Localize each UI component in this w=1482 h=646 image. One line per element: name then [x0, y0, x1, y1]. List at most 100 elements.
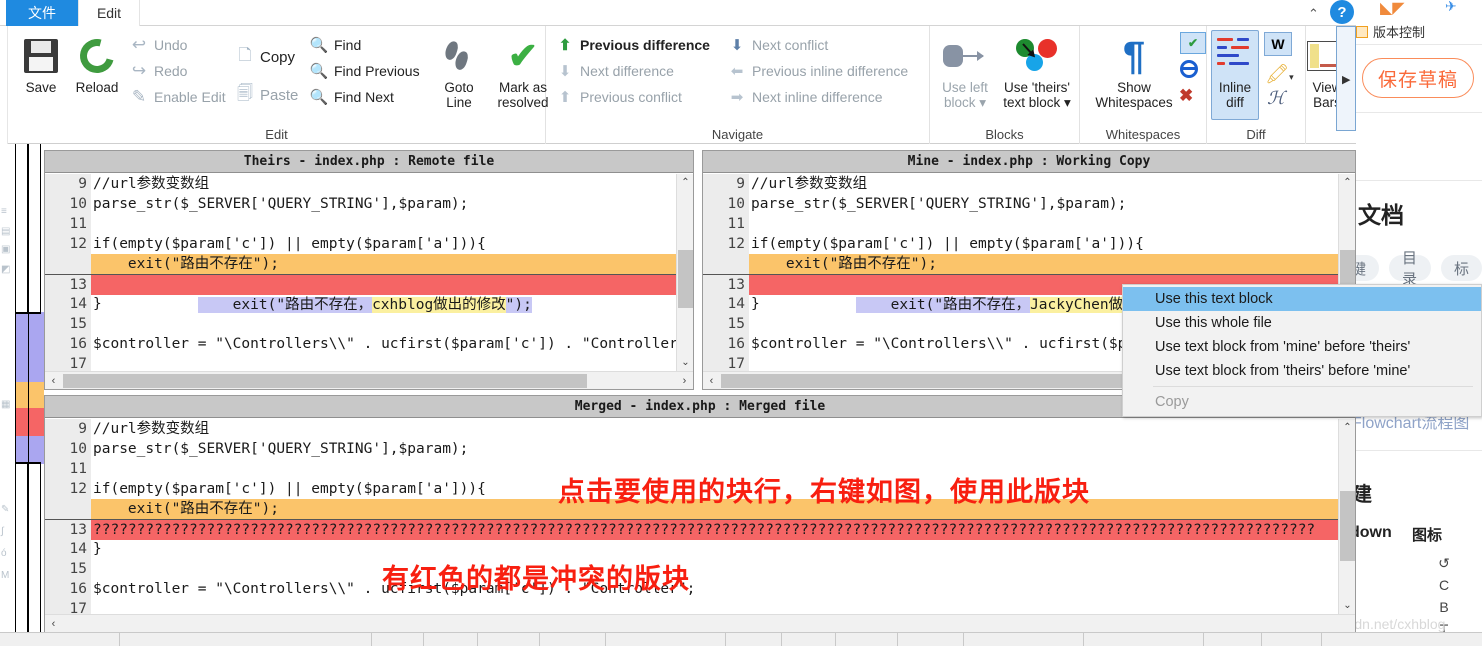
enable-edit-button[interactable]: ✎ Enable Edit — [130, 87, 226, 106]
chip-catalog[interactable]: 目录 — [1389, 250, 1431, 288]
code-area-merged[interactable]: 9//url参数变数组 10 parse_str($_SERVER['QUERY_… — [45, 419, 1355, 632]
magnifier-icon: 🔍 — [309, 37, 329, 54]
scroll-right-icon[interactable]: › — [676, 372, 693, 389]
redo-button[interactable]: ↪ Redo — [130, 61, 188, 80]
chevron-down-icon[interactable]: ▾ — [1064, 95, 1071, 110]
find-previous-button[interactable]: 🔍 Find Previous — [310, 62, 420, 80]
next-difference-button[interactable]: ⬇ Next difference — [556, 62, 674, 80]
vertical-scrollbar-theirs[interactable]: ⌃ ⌄ — [676, 174, 693, 371]
mark-as-resolved-button[interactable]: ✔ Mark as resolved — [492, 32, 554, 111]
save-button[interactable]: Save — [10, 32, 72, 95]
footsteps-icon — [428, 32, 490, 80]
redo-glyph-icon[interactable]: C — [1434, 574, 1454, 596]
tab-edit[interactable]: Edit — [78, 0, 140, 26]
paste-button[interactable]: 🗐 Paste — [236, 85, 298, 104]
horizontal-scrollbar-merged[interactable]: ‹ — [45, 614, 1355, 632]
find-button[interactable]: 🔍 Find — [309, 36, 362, 54]
scrollbar-thumb[interactable] — [1340, 491, 1355, 561]
arrow-up-icon: ⬆ — [558, 88, 572, 106]
code-line: 11 — [703, 214, 1355, 234]
undo-button[interactable]: ↩ Undo — [130, 35, 188, 54]
scroll-left-icon[interactable]: ‹ — [45, 372, 62, 389]
whitespace-mini-icon-checked[interactable]: ✔ — [1180, 32, 1206, 54]
tab-file[interactable]: 文件 — [6, 0, 78, 26]
overview-bars[interactable]: ≡ ▤ ▣ ◩ ▦ ✎ ∫ ó M — [0, 144, 44, 646]
undo-glyph-icon[interactable]: ↺ — [1434, 552, 1454, 574]
scroll-down-icon[interactable]: ⌄ — [677, 354, 694, 371]
status-cell — [540, 633, 606, 646]
status-cell — [836, 633, 898, 646]
code-line-conflict: ! 13 ???????????????????????????????????… — [45, 519, 1355, 540]
chevron-right-icon[interactable]: ▶ — [1342, 73, 1350, 86]
chevron-down-icon[interactable]: ▾ — [1289, 72, 1294, 82]
vertical-scrollbar-merged[interactable]: ⌃ ⌄ — [1338, 419, 1355, 614]
previous-conflict-button[interactable]: ⬆ Previous conflict — [556, 88, 682, 106]
scroll-left-icon[interactable]: ‹ — [703, 372, 720, 389]
context-menu-item-use-theirs-before-mine[interactable]: Use text block from 'theirs' before 'min… — [1123, 359, 1481, 383]
goto-line-button[interactable]: Goto Line — [428, 32, 490, 110]
horizontal-scrollbar-theirs[interactable]: ‹ › — [45, 371, 693, 389]
use-theirs-text-block-button[interactable]: Use 'theirs' text block ▾ — [996, 32, 1078, 110]
help-icon[interactable]: ? — [1330, 0, 1354, 24]
chip-tag[interactable]: 标 — [1440, 255, 1482, 281]
scroll-down-icon[interactable]: ⌄ — [1339, 597, 1356, 614]
chevron-up-icon[interactable]: ⌃ — [1308, 6, 1319, 22]
status-cell — [726, 633, 782, 646]
scroll-up-icon[interactable]: ⌃ — [1339, 174, 1356, 191]
divider — [1352, 450, 1482, 451]
ribbon-overflow-flyout[interactable]: ▶ — [1336, 26, 1356, 131]
code-line: 15 — [45, 314, 693, 334]
pane-title-mine: Mine - index.php : Working Copy — [703, 151, 1355, 173]
next-inline-difference-button[interactable]: ➡ Next inline difference — [728, 88, 883, 106]
status-cell — [964, 633, 1084, 646]
ribbon-group-label-diff: Diff — [1246, 127, 1266, 142]
background-chip-row: 键 目录 标 — [1338, 250, 1482, 288]
arrow-down-icon: ⬇ — [558, 62, 572, 80]
save-draft-button[interactable]: 保存草稿 — [1362, 58, 1474, 98]
word-diff-icon[interactable]: W — [1264, 32, 1292, 56]
ribbon-group-label-blocks: Blocks — [985, 127, 1024, 142]
context-menu[interactable]: Use this text block Use this whole file … — [1122, 284, 1482, 417]
reload-button[interactable]: Reload — [66, 32, 128, 95]
chevron-down-icon[interactable]: ▾ — [979, 95, 986, 110]
status-cell — [898, 633, 964, 646]
code-line: 12 if(empty($param['c']) || empty($param[… — [45, 234, 693, 254]
previous-difference-button[interactable]: ⬆ Previous difference — [556, 36, 710, 54]
context-menu-item-use-mine-before-theirs[interactable]: Use text block from 'mine' before 'their… — [1123, 335, 1481, 359]
left-ghost-icons: ≡ ▤ ▣ ◩ ▦ ✎ ∫ ó M — [1, 206, 11, 581]
use-left-block-icon — [932, 32, 998, 80]
context-menu-item-use-this-text-block[interactable]: Use this text block — [1123, 287, 1481, 311]
use-left-block-button[interactable]: Use left block ▾ — [932, 32, 998, 110]
find-next-button[interactable]: 🔍 Find Next — [310, 88, 394, 106]
scrollbar-thumb[interactable] — [678, 250, 693, 308]
whitespace-mini-icon-remove[interactable]: ✖ — [1179, 86, 1193, 106]
status-cell — [424, 633, 478, 646]
code-line: 16 $controller = "\Controllers\\" . ucfir… — [45, 334, 693, 354]
highlight-filter-icon[interactable]: 🖍▾ — [1265, 62, 1294, 86]
scroll-up-icon[interactable]: ⌃ — [1339, 419, 1356, 436]
code-area-theirs[interactable]: 9//url参数变数组 10 parse_str($_SERVER['QUERY_… — [45, 174, 693, 389]
inline-diff-button[interactable]: Inline diff — [1207, 32, 1263, 110]
overview-bar-right[interactable] — [28, 144, 42, 646]
overview-bar-left[interactable] — [15, 144, 29, 646]
scroll-left-icon[interactable]: ‹ — [45, 615, 62, 632]
scrollbar-thumb[interactable] — [63, 374, 587, 388]
code-line-added: + 13 exit("路由不存在，cxhblog做出的修改"); — [45, 274, 693, 313]
ignore-case-icon[interactable]: ℋ — [1267, 88, 1285, 109]
previous-inline-difference-button[interactable]: ⬅ Previous inline difference — [728, 62, 908, 80]
reload-circular-arrows-icon — [66, 32, 128, 80]
status-cell — [478, 633, 540, 646]
ribbon-group-label-edit: Edit — [265, 127, 288, 142]
next-conflict-button[interactable]: ⬇ Next conflict — [728, 36, 829, 54]
code-line: 14} — [45, 294, 693, 314]
show-whitespaces-button[interactable]: ¶ Show Whitespaces — [1086, 32, 1182, 110]
whitespace-mini-icon-ignore[interactable] — [1180, 60, 1198, 83]
ribbon-tabstrip: 文件 Edit ⌃ ? — [0, 0, 1356, 26]
code-line: 14} — [45, 539, 1355, 559]
copy-button[interactable]: 🗋 Copy — [236, 46, 295, 66]
context-menu-item-use-this-whole-file[interactable]: Use this whole file — [1123, 311, 1481, 335]
code-line: 11 — [45, 214, 693, 234]
copy-icon: 🗋 — [238, 46, 252, 64]
bold-glyph-icon[interactable]: B — [1434, 596, 1454, 618]
scroll-up-icon[interactable]: ⌃ — [677, 174, 694, 191]
